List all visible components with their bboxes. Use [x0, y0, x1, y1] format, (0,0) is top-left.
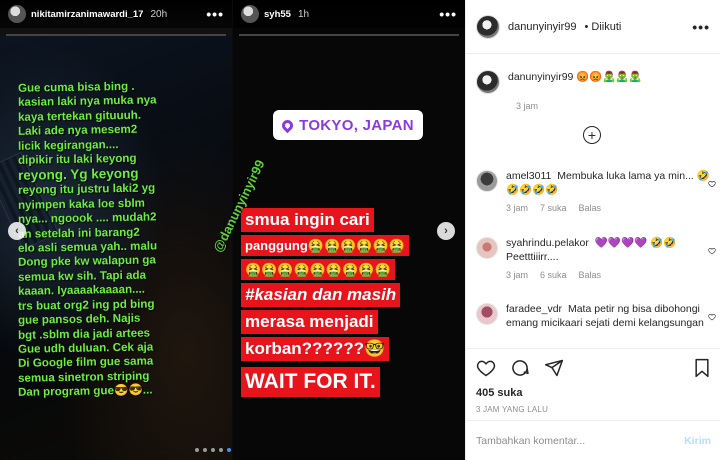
- story-2-line: WAIT FOR IT.: [241, 367, 380, 397]
- share-send-icon[interactable]: [544, 358, 564, 378]
- next-arrow-button[interactable]: ›: [437, 222, 455, 240]
- likes-count[interactable]: 405 suka: [476, 387, 711, 399]
- commenter-username[interactable]: faradee_vdr: [506, 303, 562, 315]
- comment-like-heart-icon[interactable]: [708, 247, 716, 255]
- comment-item: amel3011 Membuka luka lama ya min... 🤣🤣🤣…: [476, 170, 716, 216]
- pagination-dot: [219, 448, 223, 452]
- author-username[interactable]: danunyinyir99: [508, 21, 577, 33]
- pagination-dot: [195, 448, 199, 452]
- add-comment-bar: Kirim: [466, 420, 720, 460]
- caption-avatar[interactable]: [476, 70, 500, 94]
- story-1-progress-bar: [6, 34, 226, 36]
- caption-username[interactable]: danunyinyir99: [508, 71, 573, 83]
- comment-input[interactable]: [476, 434, 685, 447]
- posted-time: 3 JAM YANG LALU: [476, 405, 549, 414]
- comment-time: 3 jam: [506, 270, 529, 280]
- commenter-avatar[interactable]: [476, 303, 498, 325]
- location-sticker: TOKYO, JAPAN: [273, 110, 423, 140]
- load-more-comments-button[interactable]: +: [583, 126, 601, 144]
- author-avatar[interactable]: [476, 14, 500, 39]
- previous-arrow-button[interactable]: ‹: [8, 222, 26, 240]
- story-2-line: #kasian dan masih: [241, 283, 401, 307]
- post-caption: danunyinyir99 😡😡🧟‍♂️🧟‍♂️🧟‍♂️ 3 jam: [476, 70, 716, 111]
- commenter-avatar[interactable]: [476, 170, 498, 192]
- location-text: TOKYO, JAPAN: [299, 116, 414, 134]
- commenter-username[interactable]: syahrindu.pelakor: [506, 237, 589, 249]
- post-media: nikitamirzanimawardi_17 20h ••• Gue cuma…: [0, 0, 465, 460]
- story-1-more-icon: •••: [206, 6, 224, 22]
- follow-status: • Diikuti: [584, 20, 622, 33]
- send-comment-button[interactable]: Kirim: [684, 435, 711, 447]
- story-2-line: panggung🤮🤮🤮🤮🤮🤮: [241, 235, 409, 256]
- story-2-line: 🤮🤮🤮🤮🤮🤮🤮🤮🤮: [241, 259, 395, 280]
- comment-time: 3 jam: [506, 203, 529, 213]
- comment-likes[interactable]: 7 suka: [540, 202, 567, 216]
- pagination-dot: [211, 448, 215, 452]
- more-options-icon[interactable]: •••: [692, 19, 710, 35]
- story-screenshot-1: nikitamirzanimawardi_17 20h ••• Gue cuma…: [0, 0, 232, 460]
- story-1-header: nikitamirzanimawardi_17 20h •••: [0, 0, 232, 28]
- story-2-progress-bar: [239, 34, 459, 36]
- comment-reply-button[interactable]: Balas: [579, 269, 602, 283]
- comment-reply-button[interactable]: Balas: [579, 202, 602, 216]
- location-pin-icon: [279, 117, 296, 133]
- pagination-dot-active: [227, 448, 231, 452]
- story-2-avatar: [241, 5, 259, 23]
- story-2-line: korban??????🤓: [241, 337, 390, 361]
- caption-time: 3 jam: [516, 101, 539, 111]
- pagination-dot: [203, 448, 207, 452]
- story-2-line: merasa menjadi: [241, 310, 378, 334]
- carousel-pagination: [195, 448, 231, 452]
- story-2-username: syh55: [264, 8, 291, 20]
- comment-item: faradee_vdr Mata petir ng bisa dibohongi…: [476, 303, 716, 330]
- comment-likes[interactable]: 6 suka: [540, 269, 567, 283]
- post-header: danunyinyir99 • Diikuti •••: [466, 0, 720, 54]
- post-actions: 405 suka 3 JAM YANG LALU: [466, 348, 720, 414]
- comment-like-heart-icon[interactable]: [708, 180, 716, 188]
- like-heart-icon[interactable]: [476, 358, 496, 378]
- commenter-avatar[interactable]: [476, 237, 498, 259]
- comment-like-heart-icon[interactable]: [708, 313, 716, 321]
- story-screenshot-2: syh55 1h ••• TOKYO, JAPAN smua ingin car…: [233, 0, 465, 460]
- story-1-username: nikitamirzanimawardi_17: [31, 8, 144, 20]
- story-2-line: smua ingin cari: [241, 208, 374, 232]
- story-2-header: syh55 1h •••: [233, 0, 465, 28]
- story-1-line: Dan program gue😎😎...: [17, 383, 153, 399]
- bookmark-icon[interactable]: [693, 358, 711, 378]
- caption-text: 😡😡🧟‍♂️🧟‍♂️🧟‍♂️: [576, 71, 642, 83]
- story-2-text: smua ingin cari panggung🤮🤮🤮🤮🤮🤮 🤮🤮🤮🤮🤮🤮🤮🤮🤮…: [241, 208, 465, 400]
- commenter-username[interactable]: amel3011: [506, 170, 551, 182]
- story-1-text: Gue cuma bisa bing . kasian laki nya muk…: [18, 80, 228, 399]
- story-2-time: 1h: [297, 8, 310, 20]
- post-side-panel: danunyinyir99 • Diikuti ••• danunyinyir9…: [465, 0, 720, 460]
- story-1-time: 20h: [150, 8, 168, 20]
- comment-bubble-icon[interactable]: [510, 358, 530, 378]
- comment-item: syahrindu.pelakor 💜💜💜💜 🤣🤣 Peetttiiirr...…: [476, 237, 716, 283]
- story-1-avatar: [8, 5, 26, 23]
- story-2-more-icon: •••: [439, 6, 457, 22]
